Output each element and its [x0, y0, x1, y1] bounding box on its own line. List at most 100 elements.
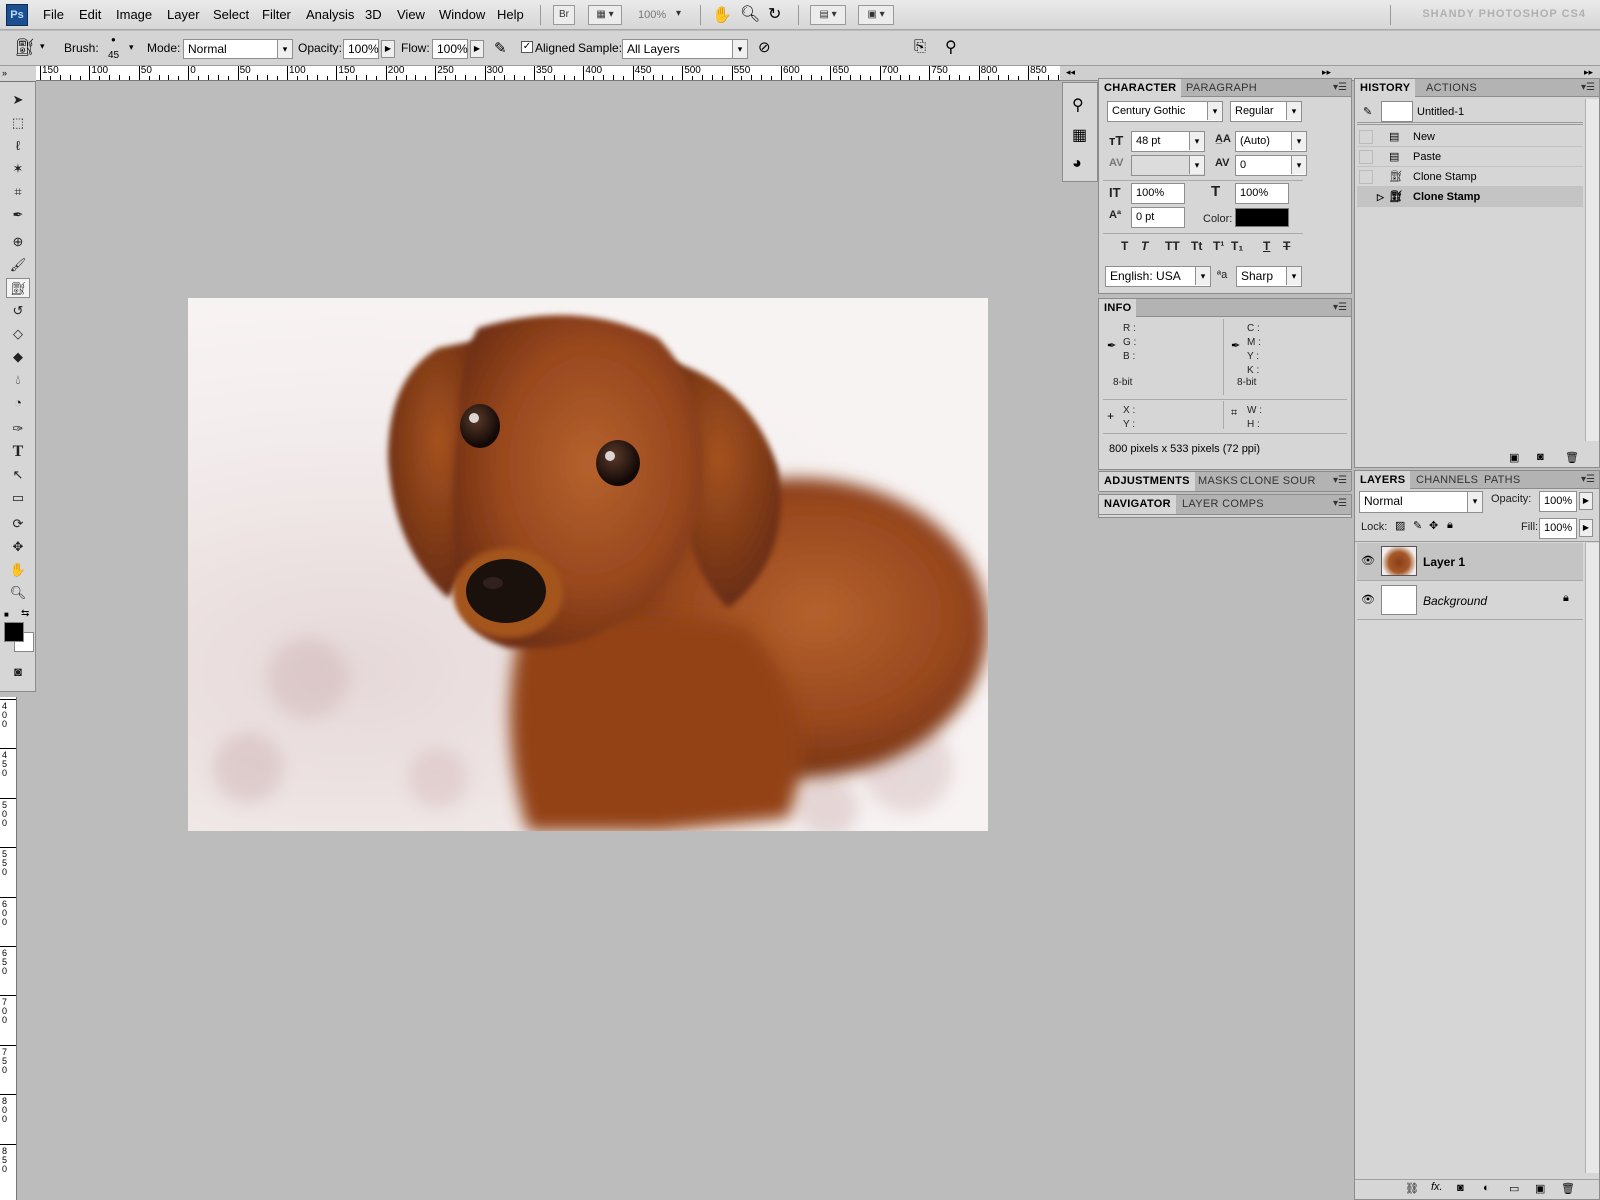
hand-tool-icon[interactable]: ✋	[712, 5, 732, 25]
history-source-box[interactable]	[1359, 170, 1373, 184]
underline-button[interactable]: T	[1263, 239, 1270, 253]
lock-transparency-icon[interactable]: ▨	[1395, 519, 1405, 532]
styles-palette-icon[interactable]: ◕	[1072, 155, 1082, 173]
magic-wand-tool-icon[interactable]: ✶	[6, 159, 30, 179]
layer-row[interactable]: 👁︎ Layer 1	[1357, 543, 1583, 581]
brush-dropdown-icon[interactable]: ▾	[129, 42, 134, 53]
antialias-select[interactable]: Sharp ▾	[1236, 266, 1302, 287]
font-family-select[interactable]: Century Gothic ▾	[1107, 101, 1223, 122]
history-state[interactable]: ⛽︎ Clone Stamp	[1357, 167, 1583, 187]
history-state-active[interactable]: ▷ ⛽︎ Clone Stamp	[1357, 187, 1583, 207]
sample-select[interactable]: All Layers ▾	[622, 39, 748, 59]
tab-paragraph[interactable]: PARAGRAPH	[1181, 79, 1262, 97]
panel-menu-icon[interactable]: ▾☰	[1333, 475, 1347, 486]
new-layer-icon[interactable]: ▣	[1535, 1182, 1545, 1195]
small-caps-button[interactable]: Tt	[1191, 239, 1202, 253]
zoom-tool-icon[interactable]: 🔍︎	[740, 4, 760, 24]
flow-slider-button[interactable]: ▶	[470, 40, 484, 58]
link-layers-icon[interactable]: ⛓	[1405, 1182, 1419, 1195]
tab-channels[interactable]: CHANNELS	[1411, 471, 1483, 489]
new-document-from-state-icon[interactable]: ▣	[1509, 451, 1519, 464]
tab-paths[interactable]: PATHS	[1479, 471, 1526, 489]
faux-italic-button[interactable]: T	[1141, 239, 1148, 253]
tracking-input[interactable]: 0 ▾	[1235, 155, 1307, 176]
default-colors-icon[interactable]: ■	[4, 610, 9, 619]
language-select[interactable]: English: USA ▾	[1105, 266, 1211, 287]
menu-3d[interactable]: 3D	[365, 7, 382, 22]
brush-tip-icon[interactable]: ●	[111, 35, 116, 44]
extras-button[interactable]: ▦ ▾	[588, 5, 622, 25]
panel-menu-icon[interactable]: ▾☰	[1333, 302, 1347, 313]
menu-file[interactable]: File	[43, 7, 64, 22]
screen-mode-button[interactable]: ▣ ▾	[858, 5, 894, 25]
tool-preset-dropdown-icon[interactable]: ▾	[40, 41, 45, 52]
blur-tool-icon[interactable]: 💧︎	[6, 370, 30, 390]
tab-adjustments[interactable]: ADJUSTMENTS	[1099, 472, 1195, 491]
menu-analysis[interactable]: Analysis	[306, 7, 354, 22]
move-tool-icon[interactable]: ➤	[6, 90, 30, 110]
eye-icon[interactable]: 👁︎	[1361, 593, 1375, 606]
layers-scrollbar[interactable]	[1585, 543, 1599, 1173]
swap-colors-icon[interactable]: ⇆	[21, 608, 29, 619]
all-caps-button[interactable]: TT	[1165, 239, 1180, 253]
tab-info[interactable]: INFO	[1099, 299, 1137, 317]
layer-opacity-slider-button[interactable]: ▶	[1579, 492, 1593, 510]
crop-tool-icon[interactable]: ⌗	[6, 182, 30, 202]
flow-input[interactable]: 100%	[432, 39, 468, 59]
history-scrollbar[interactable]	[1585, 99, 1599, 441]
type-tool-icon[interactable]: T	[6, 442, 30, 462]
menu-help[interactable]: Help	[497, 7, 524, 22]
faux-bold-button[interactable]: T	[1121, 239, 1128, 253]
history-state[interactable]: ▤ Paste	[1357, 147, 1583, 167]
aligned-checkbox[interactable]: ✓	[521, 41, 533, 53]
clone-stamp-preset-icon[interactable]: ⛽︎	[14, 38, 36, 58]
tab-navigator[interactable]: NAVIGATOR	[1099, 495, 1176, 514]
panel-collapse-left-icon[interactable]: »	[0, 66, 36, 82]
tab-clone-source[interactable]: CLONE SOUR	[1235, 472, 1321, 490]
fill-input[interactable]: 100%	[1539, 518, 1577, 539]
lock-image-icon[interactable]: ✎	[1413, 519, 1422, 532]
menu-window[interactable]: Window	[439, 7, 485, 22]
marquee-tool-icon[interactable]: ⬚	[6, 113, 30, 133]
document-canvas[interactable]	[188, 298, 988, 831]
zoom-dropdown-icon[interactable]: ▾	[676, 8, 681, 19]
expand-dock-icon[interactable]: ▸▸	[1584, 67, 1593, 78]
text-color-swatch[interactable]	[1235, 208, 1289, 227]
menu-select[interactable]: Select	[213, 7, 249, 22]
tab-layer-comps[interactable]: LAYER COMPS	[1177, 495, 1269, 513]
panel-menu-icon[interactable]: ▾☰	[1581, 474, 1595, 485]
history-source-box[interactable]	[1359, 150, 1373, 164]
font-style-select[interactable]: Regular ▾	[1230, 101, 1302, 122]
adjustment-layer-icon[interactable]: ◐	[1483, 1182, 1490, 1194]
opacity-input[interactable]: 100%	[343, 39, 379, 59]
zoom-level[interactable]: 100%	[638, 9, 666, 21]
history-brush-tool-icon[interactable]: ↺	[6, 301, 30, 321]
path-selection-tool-icon[interactable]: ↖	[6, 465, 30, 485]
lock-all-icon[interactable]: 🔒︎	[1447, 519, 1453, 532]
blend-mode-select[interactable]: Normal ▾	[1359, 491, 1483, 513]
lock-position-icon[interactable]: ✥	[1429, 519, 1438, 532]
clone-source-icon[interactable]: ⚲	[1072, 95, 1084, 115]
subscript-button[interactable]: T₁	[1231, 239, 1243, 253]
3d-rotate-tool-icon[interactable]: ⟳	[6, 514, 30, 534]
eraser-tool-icon[interactable]: ◇	[6, 324, 30, 344]
history-source-box[interactable]	[1359, 130, 1373, 144]
panel-menu-icon[interactable]: ▾☰	[1333, 82, 1347, 93]
paint-bucket-tool-icon[interactable]: ◆	[6, 347, 30, 367]
leading-input[interactable]: (Auto) ▾	[1235, 131, 1307, 152]
shape-tool-icon[interactable]: ▭	[6, 488, 30, 508]
eye-icon[interactable]: 👁︎	[1361, 554, 1375, 567]
zoom-tool-icon[interactable]: 🔍︎	[6, 583, 30, 603]
tab-character[interactable]: CHARACTER	[1099, 79, 1182, 97]
rotate-view-icon[interactable]: ↻	[768, 4, 781, 24]
quick-mask-icon[interactable]: ◙	[6, 662, 30, 682]
dodge-tool-icon[interactable]: ◔	[6, 393, 30, 413]
healing-brush-tool-icon[interactable]: ⊕	[6, 232, 30, 252]
add-mask-icon[interactable]: ◙	[1457, 1182, 1464, 1194]
menu-image[interactable]: Image	[116, 7, 152, 22]
pen-tool-icon[interactable]: ✑	[6, 419, 30, 439]
bridge-button[interactable]: Br	[553, 5, 575, 25]
menu-layer[interactable]: Layer	[167, 7, 200, 22]
tab-layers[interactable]: LAYERS	[1355, 471, 1411, 489]
kerning-input[interactable]: ▾	[1131, 155, 1205, 176]
